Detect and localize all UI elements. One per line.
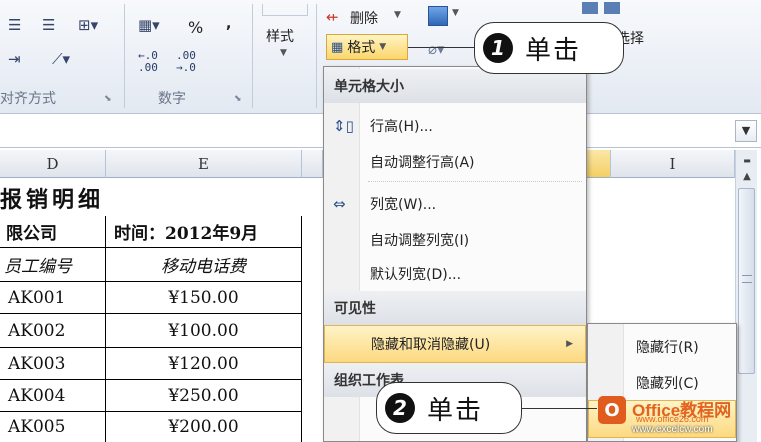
section-visibility: 可见性 xyxy=(324,291,586,325)
column-header-e[interactable]: E xyxy=(106,150,302,178)
submenu-item-label: 隐藏行(R) xyxy=(636,340,699,356)
watermark: O Office教程网 www.office26.com www.excelcw… xyxy=(592,392,761,442)
merge-center-icon[interactable]: ⊞▾ xyxy=(78,16,98,34)
alignment-group-label: 对齐方式 xyxy=(0,91,56,107)
menu-item-label: 自动调整列宽(I) xyxy=(370,233,470,249)
callout-2-leader xyxy=(519,408,597,409)
table-row-id[interactable]: AK002 xyxy=(0,314,106,348)
increase-decimal-button[interactable]: ←.0.00 xyxy=(138,50,158,74)
styles-button[interactable]: 样式 xyxy=(266,26,294,46)
styles-button-frame xyxy=(262,4,308,16)
align-left-icon[interactable]: ☰ xyxy=(8,16,21,34)
section-cell-size: 单元格大小 xyxy=(324,69,586,103)
delete-dropdown-icon[interactable]: ▼ xyxy=(394,10,401,20)
menu-item-label: 自动调整行高(A) xyxy=(370,155,475,171)
grip-icon xyxy=(742,275,752,283)
alignment-launcher-icon[interactable]: ⬊ xyxy=(104,94,112,104)
watermark-url-2: www.excelcw.com xyxy=(632,424,713,435)
comma-button[interactable]: , xyxy=(226,16,231,32)
callout-1-leader xyxy=(408,47,476,48)
menu-item-label: 隐藏和取消隐藏(U) xyxy=(371,337,491,353)
office-logo-icon: O xyxy=(598,396,626,424)
align-right-icon[interactable]: ☰ xyxy=(42,16,55,34)
menu-item-autofit-row[interactable]: 自动调整行高(A) xyxy=(324,143,586,181)
time-cell[interactable]: 时间：2012年9月 xyxy=(106,216,302,248)
table-row-id[interactable]: AK001 xyxy=(0,282,106,314)
menu-item-default-width[interactable]: 默认列宽(D)... xyxy=(324,255,586,293)
callout-2-number: 2 xyxy=(385,393,415,423)
find-select-icon[interactable] xyxy=(604,2,620,14)
format-dropdown-icon: ▼ xyxy=(379,42,387,52)
submenu-arrow-icon: ▶ xyxy=(566,339,573,349)
callout-2: 2 单击 xyxy=(376,382,522,434)
table-row-amount[interactable]: ¥100.00 xyxy=(106,314,302,348)
delete-cells-icon[interactable]: ⇷ xyxy=(326,8,339,26)
decrease-decimal-button[interactable]: .00 →.0 xyxy=(176,50,196,74)
group-divider xyxy=(252,4,253,108)
table-row-amount[interactable]: ¥120.00 xyxy=(106,348,302,380)
clear-icon[interactable]: ⌀▾ xyxy=(428,40,445,58)
sheet-title: 报销明细 xyxy=(0,187,105,213)
submenu-item-label: 隐藏列(C) xyxy=(636,376,699,392)
scroll-up-icon[interactable]: ▲ xyxy=(736,168,758,186)
menu-item-hide-unhide[interactable]: 隐藏和取消隐藏(U) ▶ xyxy=(324,325,586,363)
menu-item-row-height[interactable]: ⇕▯ 行高(H)... xyxy=(324,107,586,145)
table-row-id[interactable]: AK005 xyxy=(0,412,106,442)
fill-dropdown-icon[interactable]: ▼ xyxy=(452,8,459,18)
menu-item-label: 行高(H)... xyxy=(370,119,433,135)
callout-1-text: 单击 xyxy=(525,35,582,66)
group-divider xyxy=(124,4,125,108)
callout-2-text: 单击 xyxy=(427,395,484,426)
submenu-item-hide-rows[interactable]: 隐藏行(R) xyxy=(588,328,736,366)
currency-format-icon[interactable]: ▦▾ xyxy=(138,16,160,34)
scroll-thumb[interactable] xyxy=(738,188,755,374)
formula-bar-expand-icon[interactable]: ▼ xyxy=(735,120,757,142)
group-divider xyxy=(316,4,317,108)
table-row-amount[interactable]: ¥250.00 xyxy=(106,380,302,412)
number-launcher-icon[interactable]: ⬊ xyxy=(234,94,242,104)
format-button[interactable]: ▦ 格式 ▼ xyxy=(326,34,408,60)
callout-1-number: 1 xyxy=(483,33,513,63)
header-employee-id[interactable]: 员工编号 xyxy=(0,248,106,282)
format-cells-icon: ▦ xyxy=(331,39,344,55)
table-row-amount[interactable]: ¥200.00 xyxy=(106,412,302,442)
menu-item-column-width[interactable]: ⇔ 列宽(W)... xyxy=(324,185,586,223)
menu-separator xyxy=(368,181,582,182)
row-height-icon: ⇕▯ xyxy=(333,117,354,135)
company-cell[interactable]: 限公司 xyxy=(0,216,106,248)
percent-button[interactable]: % xyxy=(188,18,203,37)
callout-1: 1 单击 xyxy=(474,22,624,74)
orientation-icon[interactable]: ⟋▾ xyxy=(52,50,70,68)
column-width-icon: ⇔ xyxy=(333,195,346,213)
column-header-f[interactable] xyxy=(302,150,323,178)
column-header-d[interactable]: D xyxy=(0,150,106,178)
table-row-amount[interactable]: ¥150.00 xyxy=(106,282,302,314)
table-row-id[interactable]: AK003 xyxy=(0,348,106,380)
styles-dropdown-icon[interactable]: ▼ xyxy=(280,48,287,58)
watermark-url: www.office26.com xyxy=(636,414,709,424)
menu-item-autofit-column[interactable]: 自动调整列宽(I) xyxy=(324,221,586,259)
indent-icon[interactable]: ⇥ xyxy=(8,50,21,68)
format-button-label: 格式 xyxy=(347,40,376,56)
delete-button[interactable]: 删除 xyxy=(350,8,378,28)
sort-filter-icon[interactable] xyxy=(582,2,598,14)
fill-down-icon[interactable] xyxy=(428,6,448,26)
column-header-h[interactable] xyxy=(587,150,611,178)
column-header-i[interactable]: I xyxy=(611,150,735,178)
menu-item-label: 默认列宽(D)... xyxy=(370,267,462,283)
header-phone-fee[interactable]: 移动电话费 xyxy=(106,248,302,282)
table-row-id[interactable]: AK004 xyxy=(0,380,106,412)
menu-item-label: 列宽(W)... xyxy=(370,197,437,213)
number-group-label: 数字 xyxy=(158,91,186,107)
